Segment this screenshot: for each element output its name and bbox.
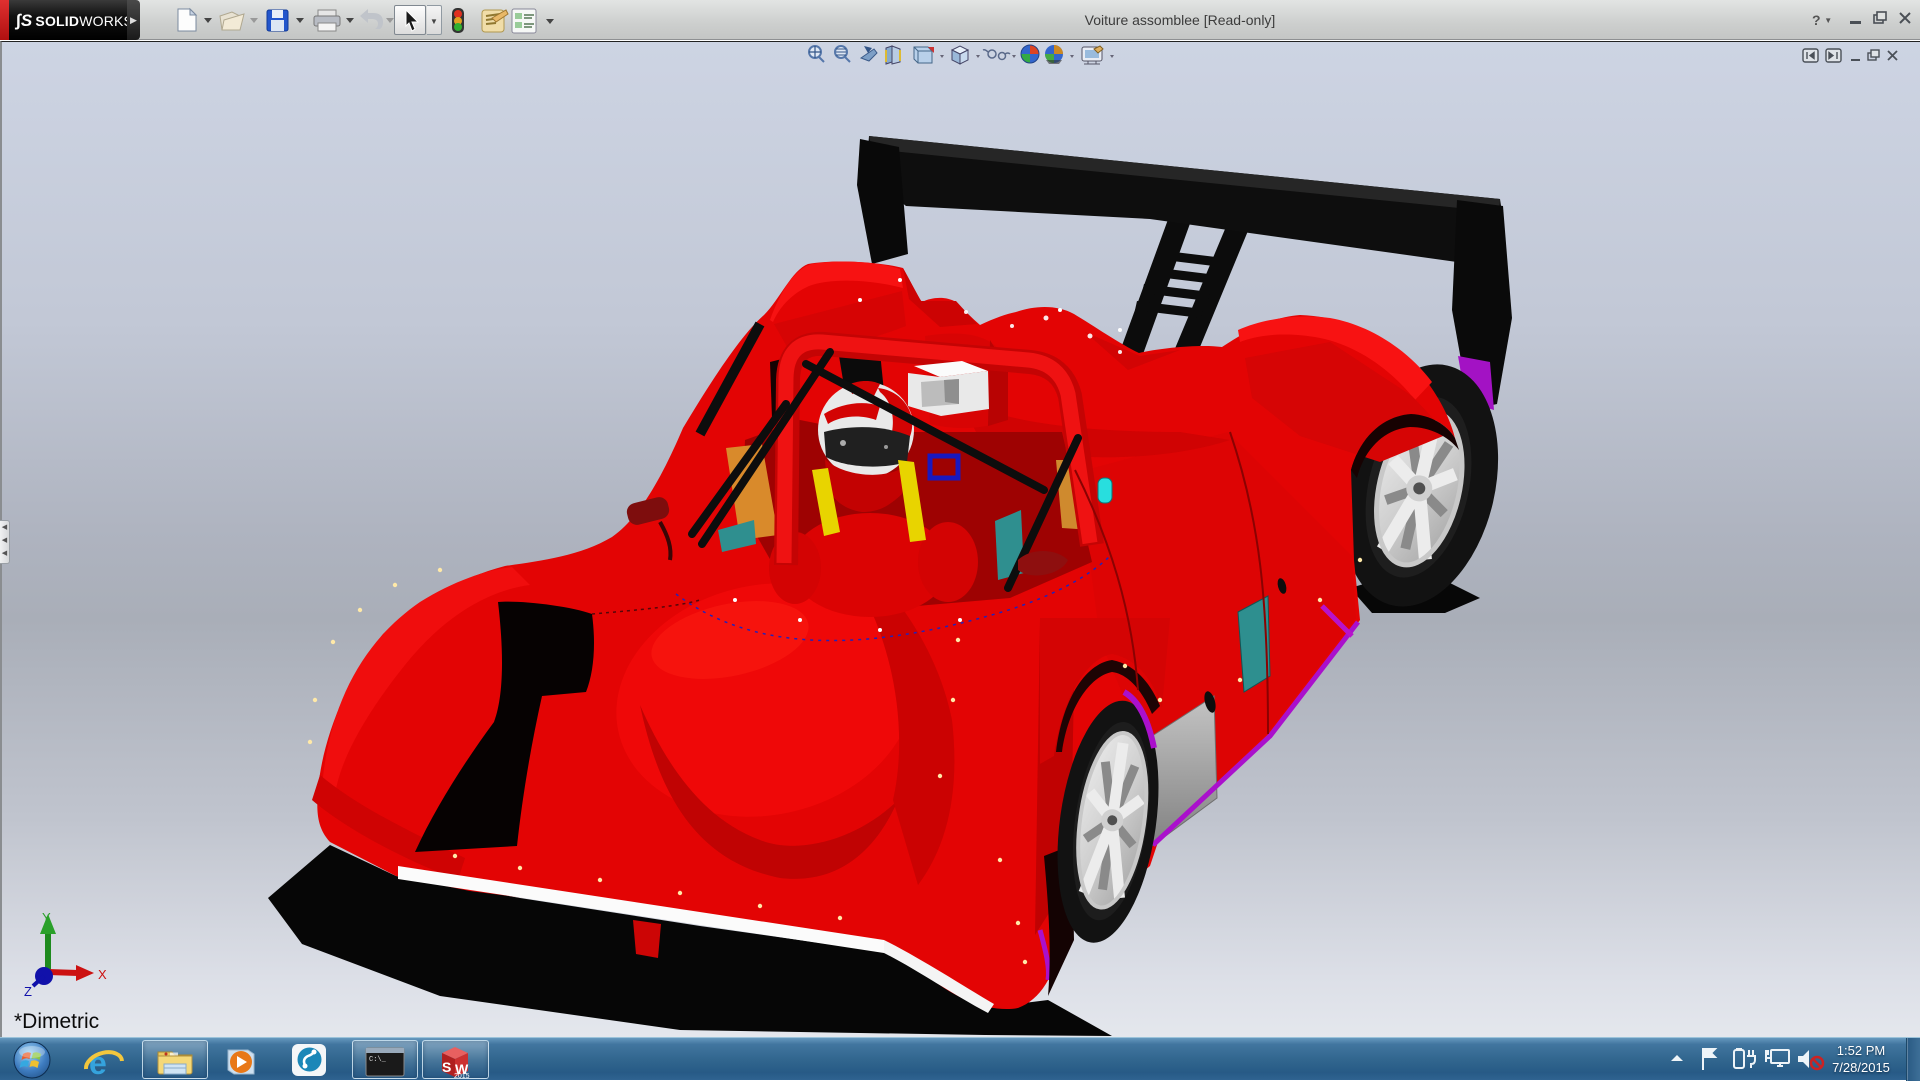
svg-text:*Dimetric: *Dimetric xyxy=(14,1010,99,1033)
svg-text:e: e xyxy=(89,1045,107,1081)
svg-text:Z: Z xyxy=(24,984,32,999)
svg-text:Y: Y xyxy=(42,910,51,925)
svg-text:X: X xyxy=(98,967,107,982)
svg-text:2015: 2015 xyxy=(454,1073,470,1080)
svg-text:C:\_: C:\_ xyxy=(369,1056,387,1064)
svg-text:S: S xyxy=(442,1059,451,1075)
